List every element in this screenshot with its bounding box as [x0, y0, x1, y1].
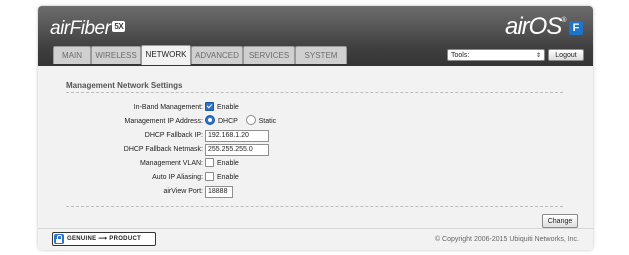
lock-icon — [54, 234, 64, 244]
up-down-arrow-icon: ⇕ — [535, 53, 541, 59]
settings-panel: Management Network Settings In-Band Mana… — [53, 66, 578, 234]
inband-management-option: Enable — [217, 104, 239, 111]
section-title: Management Network Settings — [66, 81, 183, 90]
management-vlan-option: Enable — [217, 160, 239, 167]
fallback-netmask-input[interactable]: 255.255.255.0 — [205, 144, 269, 156]
tools-selected-value: Tools: — [451, 52, 470, 59]
tab-advanced[interactable]: ADVANCED — [191, 46, 243, 64]
section-divider — [66, 92, 563, 93]
static-radio-label: Static — [258, 118, 277, 125]
change-button[interactable]: Change — [542, 214, 578, 228]
tab-main[interactable]: MAIN — [53, 46, 91, 64]
management-vlan-row: Management VLAN: Enable — [53, 157, 473, 170]
os-badge: F — [568, 21, 583, 35]
airfiber-logo: airFiber 5X — [50, 18, 126, 40]
airview-port-label: airView Port: — [163, 188, 203, 195]
fallback-ip-row: DHCP Fallback IP: 192.168.1.20 — [53, 130, 473, 142]
product-logo-text: airFiber — [50, 18, 111, 39]
auto-ip-aliasing-option: Enable — [217, 174, 239, 181]
airos-logo: airOS®F — [505, 13, 583, 41]
tools-dropdown[interactable]: Tools: ⇕ — [447, 49, 545, 61]
fallback-netmask-label: DHCP Fallback Netmask: — [123, 146, 203, 153]
inband-management-row: In-Band Management: Enable — [53, 101, 473, 114]
management-vlan-label: Management VLAN: — [139, 160, 203, 167]
product-text: PRODUCT — [109, 236, 142, 242]
management-ip-row: Management IP Address: DHCP Static — [53, 115, 473, 128]
management-ip-label: Management IP Address: — [124, 118, 203, 125]
app-window: airFiber 5X airOS®F MAIN WIRELESS NETWORK… — [38, 6, 593, 250]
auto-ip-aliasing-row: Auto IP Aliasing: Enable — [53, 171, 473, 184]
ubiquiti-mark-icon: ⟿ — [98, 236, 108, 242]
dhcp-radio[interactable] — [205, 115, 215, 126]
genuine-text: GENUINE — [67, 236, 97, 242]
dhcp-radio-label: DHCP — [218, 118, 238, 125]
tab-wireless[interactable]: WIRELESS — [91, 46, 141, 64]
genuine-product-badge: GENUINE ⟿ PRODUCT — [52, 232, 156, 246]
fallback-netmask-row: DHCP Fallback Netmask: 255.255.255.0 — [53, 144, 473, 156]
product-badge: 5X — [112, 21, 126, 33]
tab-system[interactable]: SYSTEM — [295, 46, 347, 64]
header-bar: airFiber 5X airOS®F MAIN WIRELESS NETWORK… — [38, 6, 593, 66]
fallback-ip-label: DHCP Fallback IP: — [144, 132, 203, 139]
tab-services[interactable]: SERVICES — [243, 46, 295, 64]
auto-ip-aliasing-label: Auto IP Aliasing: — [152, 174, 203, 181]
bottom-divider — [66, 206, 563, 207]
copyright-text: © Copyright 2006-2015 Ubiquiti Networks,… — [434, 236, 579, 243]
airview-port-input[interactable]: 18888 — [205, 186, 233, 198]
management-vlan-checkbox[interactable] — [205, 157, 214, 167]
static-radio[interactable] — [245, 115, 256, 126]
tab-network[interactable]: NETWORK — [141, 45, 191, 65]
footer: GENUINE ⟿ PRODUCT © Copyright 2006-2015 … — [38, 228, 593, 250]
airview-port-row: airView Port: 18888 — [53, 186, 473, 198]
os-logo-text: airOS — [505, 13, 562, 40]
inband-management-checkbox[interactable] — [205, 101, 214, 111]
auto-ip-aliasing-checkbox[interactable] — [205, 171, 214, 181]
fallback-ip-input[interactable]: 192.168.1.20 — [205, 130, 269, 142]
logout-button[interactable]: Logout — [548, 49, 584, 61]
inband-management-label: In-Band Management: — [133, 104, 203, 111]
